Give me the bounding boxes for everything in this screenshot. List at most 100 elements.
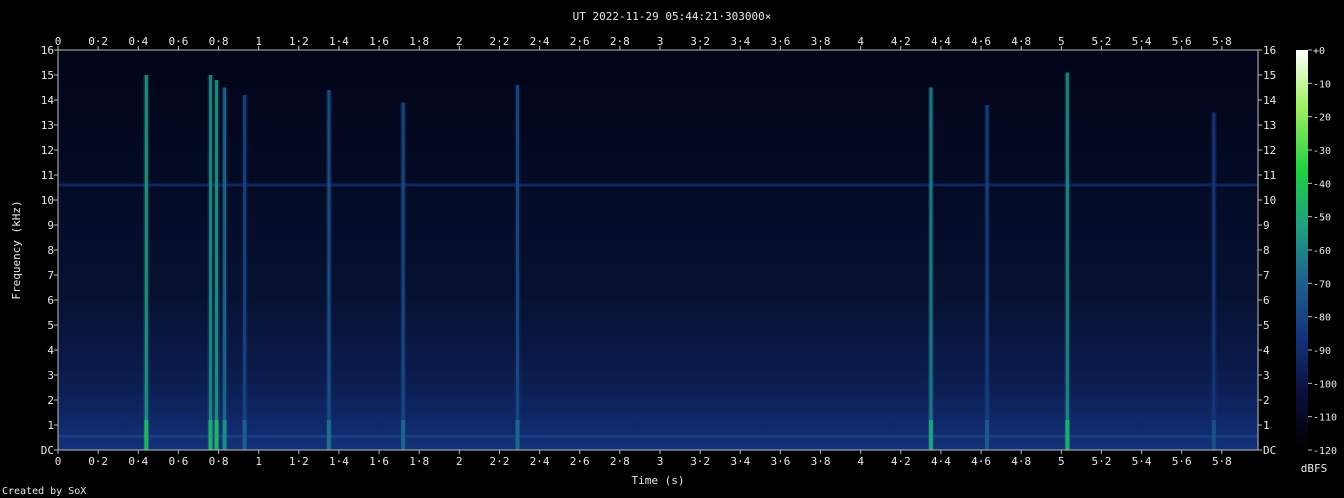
- colorbar: [1296, 50, 1308, 450]
- chart-title: UT 2022-11-29 05:44:21·303000×: [573, 10, 772, 23]
- colorbar-tick-label: +0: [1313, 46, 1325, 57]
- x-tick-label: 2·4: [530, 35, 550, 48]
- spectrogram-background: [58, 50, 1258, 450]
- x-tick-label: 5: [1058, 455, 1065, 468]
- y-tick-label: 2: [47, 394, 54, 407]
- x-tick-label: 4·8: [1011, 455, 1031, 468]
- y-tick-label: DC: [41, 444, 54, 457]
- y-tick-label: 15: [1263, 69, 1276, 82]
- event-streak: [1065, 72, 1069, 450]
- event-streak: [401, 102, 405, 450]
- x-tick-label: 5: [1058, 35, 1065, 48]
- x-tick-label: 0: [55, 35, 62, 48]
- x-tick-label: 4·4: [931, 455, 951, 468]
- x-tick-label: 2·4: [530, 455, 550, 468]
- x-tick-label: 0·6: [168, 455, 188, 468]
- y-tick-label: 12: [1263, 144, 1276, 157]
- x-tick-label: 5·4: [1132, 35, 1152, 48]
- colorbar-tick-label: -110: [1313, 413, 1337, 424]
- y-tick-label: 4: [47, 344, 54, 357]
- y-axis-label: Frequency (kHz): [10, 200, 23, 299]
- x-tick-label: 3·4: [730, 455, 750, 468]
- y-tick-label: 7: [47, 269, 54, 282]
- y-tick-label: 1: [47, 419, 54, 432]
- event-streak: [209, 75, 213, 450]
- tone-line: [58, 434, 1258, 438]
- spectrogram-chart: UT 2022-11-29 05:44:21·303000× 0 0·2 0·4 0·…: [2, 10, 1337, 497]
- y-tick-label: 7: [1263, 269, 1270, 282]
- y-tick-label: 3: [47, 369, 54, 382]
- credit-text: Created by SoX: [2, 486, 86, 497]
- x-tick-label: 0·2: [88, 455, 108, 468]
- event-base: [208, 420, 213, 450]
- y-tick-label: 13: [41, 119, 54, 132]
- colorbar-tick-label: -20: [1313, 113, 1331, 124]
- x-tick-label: 3: [657, 35, 664, 48]
- x-tick-label: 4·6: [971, 35, 991, 48]
- event-streak: [516, 85, 520, 450]
- y-tick-label: 10: [1263, 194, 1276, 207]
- y-tick-label: 15: [41, 69, 54, 82]
- x-tick-label: 3·8: [811, 455, 831, 468]
- x-axis-bottom: 0 0·2 0·4 0·6 0·8 1 1·2 1·4 1·6 1·8 2 2·2 2·4 2·6 2·8 3…: [55, 450, 1232, 468]
- y-tick-label: 4: [1263, 344, 1270, 357]
- y-tick-label: 10: [41, 194, 54, 207]
- colorbar-tick-label: -70: [1313, 279, 1331, 290]
- x-tick-label: 5·2: [1092, 455, 1112, 468]
- y-tick-label: 2: [1263, 394, 1270, 407]
- x-tick-label: 4: [857, 35, 864, 48]
- event-base: [515, 420, 520, 450]
- x-tick-label: 4: [857, 455, 864, 468]
- x-tick-label: 2·8: [610, 35, 630, 48]
- y-tick-label: 14: [41, 94, 55, 107]
- x-tick-label: 2·6: [570, 35, 590, 48]
- x-tick-label: 5·2: [1092, 35, 1112, 48]
- x-tick-label: 1·8: [409, 35, 429, 48]
- event-streak: [223, 87, 227, 450]
- tone-line: [58, 183, 1258, 187]
- x-tick-label: 5·6: [1172, 35, 1192, 48]
- y-tick-label: 11: [41, 169, 54, 182]
- x-tick-label: 5·4: [1132, 455, 1152, 468]
- x-tick-label: 4·2: [891, 35, 911, 48]
- x-tick-label: 1·2: [289, 35, 309, 48]
- x-tick-label: 0·4: [128, 455, 148, 468]
- y-tick-label: 6: [47, 294, 54, 307]
- x-tick-label: 3·8: [811, 35, 831, 48]
- event-base: [144, 420, 149, 450]
- colorbar-ticks: +0 -10 -20 -30 -40 -50 -60 -70 -80 -90 -100 -110 -12…: [1308, 46, 1337, 457]
- x-tick-label: 0·4: [128, 35, 148, 48]
- x-tick-label: 2: [456, 35, 463, 48]
- x-tick-label: 1·6: [369, 455, 389, 468]
- x-tick-label: 0: [55, 455, 62, 468]
- event-streak: [1212, 112, 1216, 450]
- y-axis-right: DC12345678910111213141516: [1258, 44, 1277, 457]
- y-axis-left: DC12345678910111213141516: [41, 44, 58, 457]
- event-streak: [929, 87, 933, 450]
- x-tick-label: 4·4: [931, 35, 951, 48]
- x-tick-label: 2·2: [490, 35, 510, 48]
- x-tick-label: 3·2: [690, 455, 710, 468]
- x-tick-label: 5·8: [1212, 455, 1232, 468]
- y-tick-label: 11: [1263, 169, 1276, 182]
- event-base: [985, 420, 990, 450]
- x-tick-label: 1: [255, 35, 262, 48]
- colorbar-tick-label: -60: [1313, 246, 1331, 257]
- x-tick-label: 2·2: [490, 455, 510, 468]
- y-tick-label: 13: [1263, 119, 1276, 132]
- x-tick-label: 1·8: [409, 455, 429, 468]
- colorbar-tick-label: -30: [1313, 146, 1331, 157]
- x-tick-label: 5·8: [1212, 35, 1232, 48]
- x-tick-label: 3·6: [770, 35, 790, 48]
- colorbar-tick-label: -80: [1313, 313, 1331, 324]
- event-streak: [985, 105, 989, 450]
- colorbar-tick-label: -120: [1313, 446, 1337, 457]
- x-tick-label: 2·8: [610, 455, 630, 468]
- x-tick-label: 1·4: [329, 35, 349, 48]
- event-streak: [144, 75, 148, 450]
- x-tick-label: 3·2: [690, 35, 710, 48]
- colorbar-tick-label: -10: [1313, 79, 1331, 90]
- x-tick-label: 0·8: [209, 35, 229, 48]
- y-tick-label: 5: [1263, 319, 1270, 332]
- x-tick-label: 4·8: [1011, 35, 1031, 48]
